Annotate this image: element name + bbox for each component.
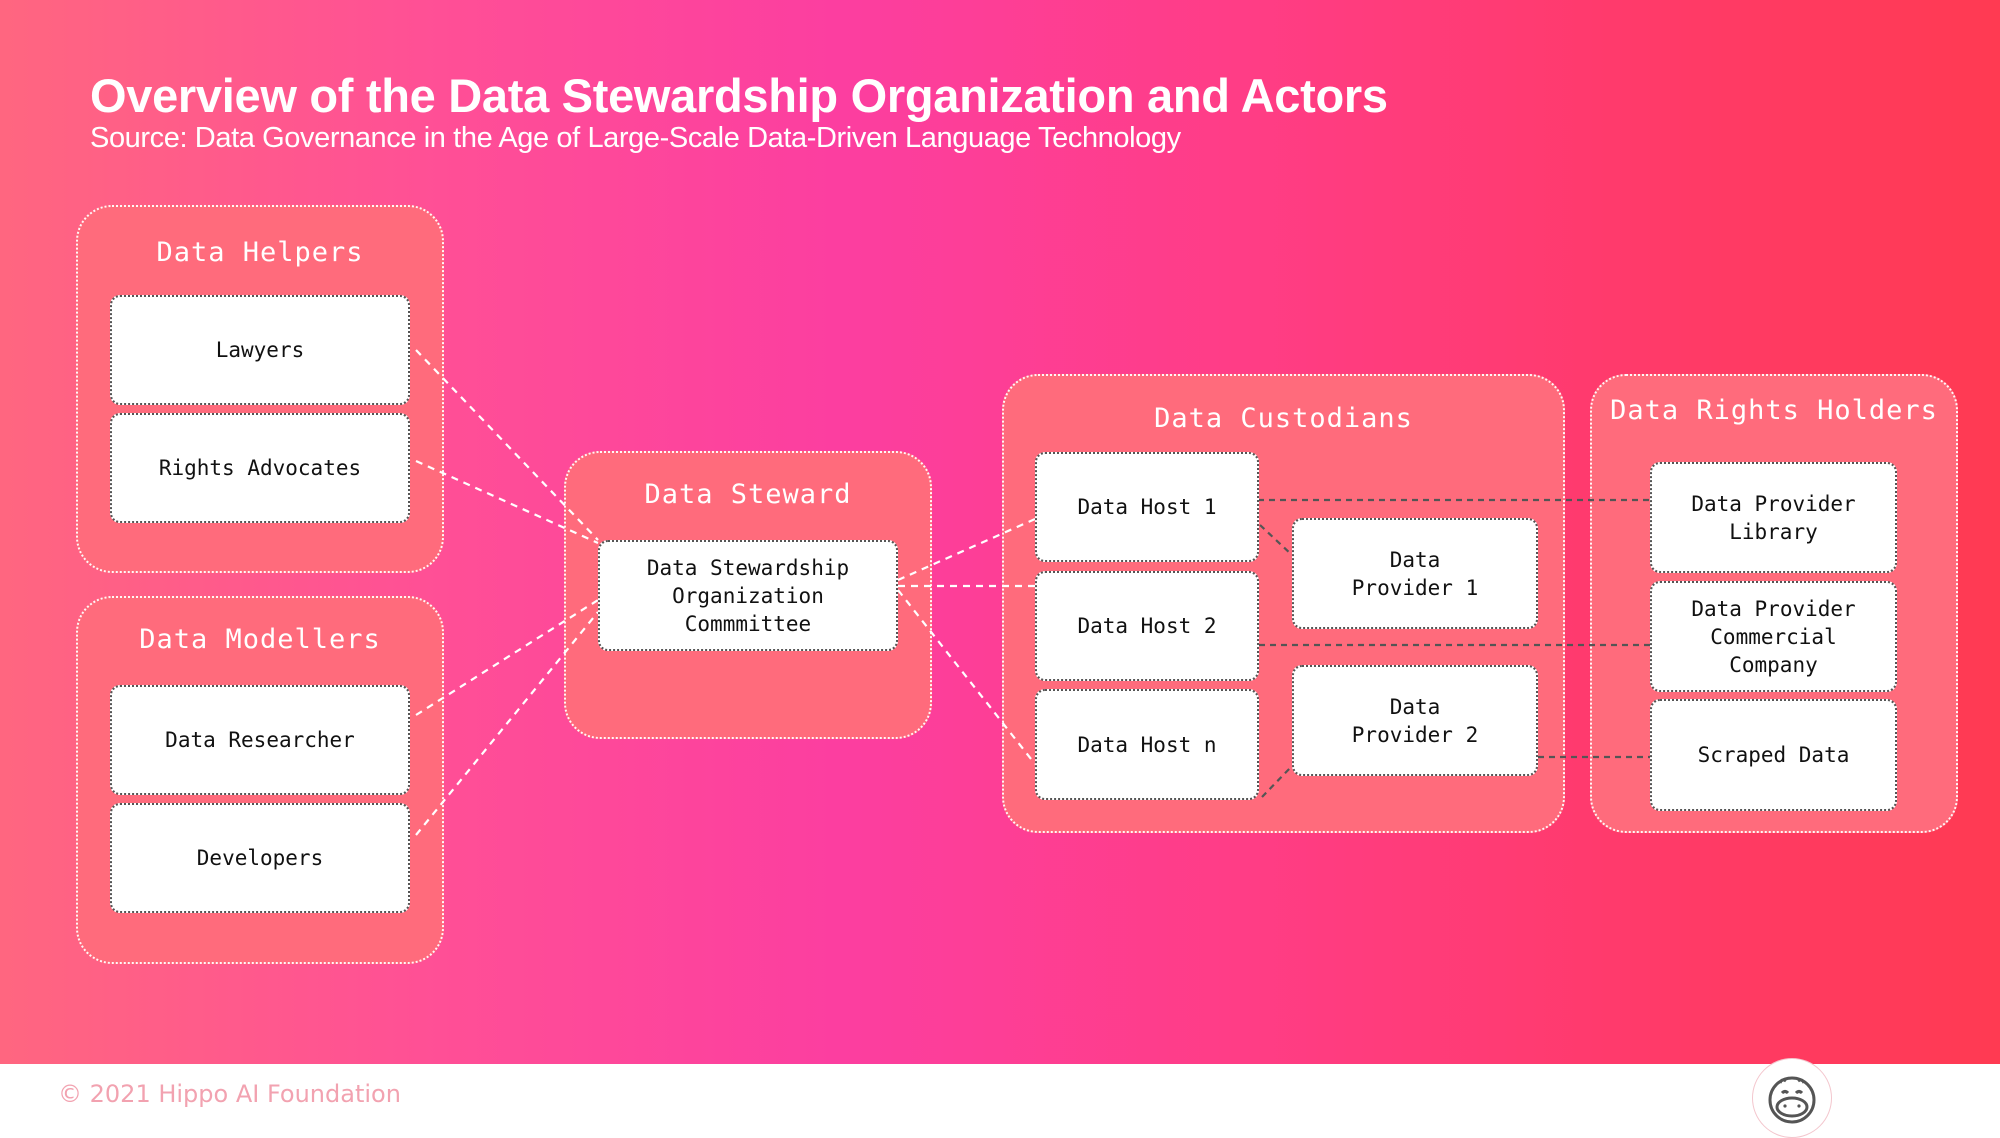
node-data-provider-2: Data Provider 2 (1292, 665, 1538, 776)
group-title: Data Helpers (156, 237, 364, 268)
node-stewardship-committee: Data Stewardship Organization Commmittee (598, 540, 898, 651)
group-title: Data Custodians (1154, 403, 1413, 434)
node-data-host-2: Data Host 2 (1035, 571, 1259, 681)
hippo-logo (1752, 1058, 1832, 1138)
node-developers: Developers (110, 803, 410, 913)
node-data-researcher: Data Researcher (110, 685, 410, 795)
node-scraped-data: Scraped Data (1650, 699, 1897, 811)
group-title: Data Rights Holders (1610, 395, 1938, 426)
node-lawyers: Lawyers (110, 295, 410, 405)
group-title: Data Steward (644, 479, 852, 510)
node-data-provider-commercial: Data Provider Commercial Company (1650, 581, 1897, 692)
node-data-provider-1: Data Provider 1 (1292, 518, 1538, 629)
footer-copyright: © 2021 Hippo AI Foundation (58, 1080, 401, 1108)
slide-title: Overview of the Data Stewardship Organiz… (90, 69, 1388, 122)
group-title: Data Modellers (139, 624, 381, 655)
node-data-host-n: Data Host n (1035, 689, 1259, 800)
slide-subtitle: Source: Data Governance in the Age of La… (90, 122, 1181, 154)
node-data-provider-library: Data Provider Library (1650, 462, 1897, 573)
hippo-icon (1768, 1076, 1816, 1124)
node-rights-advocates: Rights Advocates (110, 413, 410, 523)
node-data-host-1: Data Host 1 (1035, 452, 1259, 562)
